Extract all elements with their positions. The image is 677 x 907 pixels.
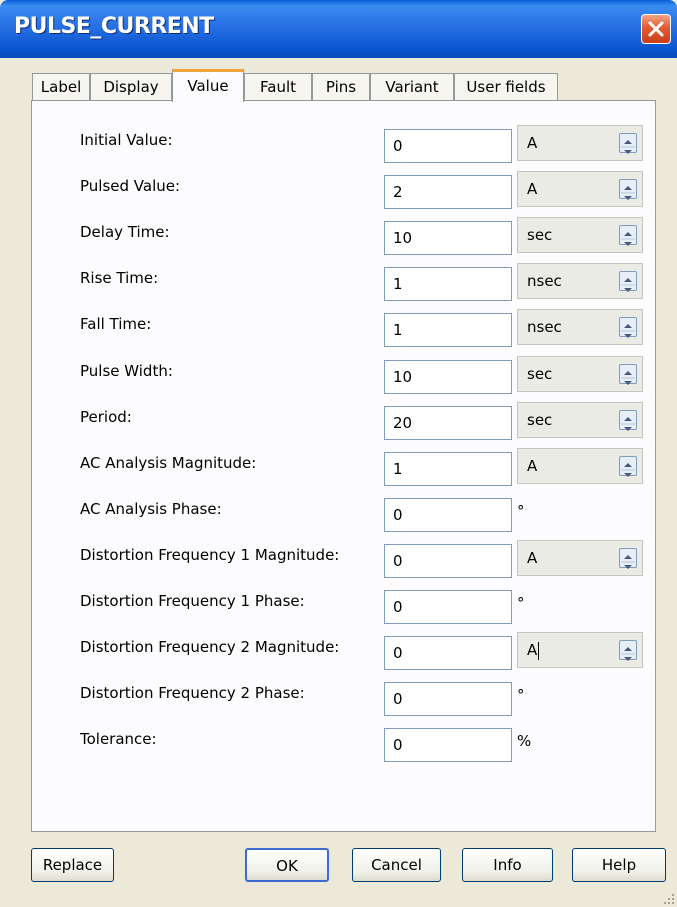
param-label: Distortion Frequency 1 Phase: xyxy=(80,592,305,610)
param-label: AC Analysis Phase: xyxy=(80,500,222,518)
close-button[interactable] xyxy=(641,14,671,44)
param-label: Tolerance: xyxy=(80,730,157,748)
spin-updown-icon[interactable] xyxy=(619,456,637,477)
param-label: Period: xyxy=(80,408,132,426)
param-label: AC Analysis Magnitude: xyxy=(80,454,257,472)
param-value-input[interactable]: 0 xyxy=(384,728,512,762)
param-row: AC Analysis Phase: 0 ° xyxy=(32,488,657,532)
param-value-input[interactable]: 20 xyxy=(384,406,512,440)
spin-updown-icon[interactable] xyxy=(619,317,637,338)
unit-label: A xyxy=(527,180,538,198)
unit-label: ° xyxy=(517,502,525,520)
unit-spinner[interactable]: A xyxy=(517,632,643,668)
spin-updown-icon[interactable] xyxy=(619,225,637,246)
param-label: Rise Time: xyxy=(80,269,159,287)
param-label: Distortion Frequency 1 Magnitude: xyxy=(80,546,340,564)
unit-spinner[interactable]: nsec xyxy=(517,263,643,299)
param-row: Distortion Frequency 1 Phase: 0 ° xyxy=(32,580,657,624)
unit-label: A xyxy=(527,549,538,567)
unit-label: nsec xyxy=(527,272,562,290)
param-row: Delay Time: 10 sec xyxy=(32,211,657,255)
close-icon xyxy=(648,21,664,37)
unit-spinner[interactable]: A xyxy=(517,125,643,161)
param-row: Period: 20 sec xyxy=(32,396,657,440)
unit-spinner[interactable]: nsec xyxy=(517,309,643,345)
param-row: Distortion Frequency 1 Magnitude: 0 A xyxy=(32,534,657,578)
unit-label: A xyxy=(527,457,538,475)
unit-spinner[interactable]: sec xyxy=(517,217,643,253)
help-button[interactable]: Help xyxy=(572,848,666,882)
param-value-input[interactable]: 2 xyxy=(384,175,512,209)
spin-updown-icon[interactable] xyxy=(619,271,637,292)
info-button[interactable]: Info xyxy=(462,848,553,882)
tab-fault[interactable]: Fault xyxy=(244,73,312,101)
tab-variant[interactable]: Variant xyxy=(370,73,454,101)
unit-spinner[interactable]: sec xyxy=(517,402,643,438)
unit-label: nsec xyxy=(527,318,562,336)
unit-spinner[interactable]: A xyxy=(517,171,643,207)
title-bar[interactable]: PULSE_CURRENT xyxy=(0,0,677,58)
param-row: Distortion Frequency 2 Magnitude: 0 A xyxy=(32,626,657,670)
param-label: Pulse Width: xyxy=(80,362,173,380)
spin-updown-icon[interactable] xyxy=(619,364,637,385)
param-label: Pulsed Value: xyxy=(80,177,181,195)
param-row: Distortion Frequency 2 Phase: 0 ° xyxy=(32,672,657,716)
cancel-button[interactable]: Cancel xyxy=(352,848,441,882)
unit-label: sec xyxy=(527,226,553,244)
spin-updown-icon[interactable] xyxy=(619,640,637,661)
unit-label: A xyxy=(527,641,538,659)
unit-spinner[interactable]: A xyxy=(517,448,643,484)
param-row: Pulsed Value: 2 A xyxy=(32,165,657,209)
text-caret xyxy=(538,641,540,660)
unit-label: % xyxy=(517,732,532,750)
resize-grip-icon[interactable] xyxy=(663,893,675,905)
value-tab-panel: Initial Value: 0 A Pulsed Value: 2 A Delay Tim… xyxy=(31,100,656,832)
param-row: Initial Value: 0 A xyxy=(32,119,657,163)
param-value-input[interactable]: 10 xyxy=(384,360,512,394)
param-row: Tolerance: 0% xyxy=(32,718,657,762)
tab-label[interactable]: Label xyxy=(32,73,90,101)
param-label: Fall Time: xyxy=(80,315,152,333)
spin-updown-icon[interactable] xyxy=(619,410,637,431)
unit-label: sec xyxy=(527,365,553,383)
param-row: Rise Time: 1 nsec xyxy=(32,257,657,301)
param-value-input[interactable]: 0 xyxy=(384,682,512,716)
window-title: PULSE_CURRENT xyxy=(14,14,214,39)
unit-spinner[interactable]: sec xyxy=(517,356,643,392)
param-value-input[interactable]: 0 xyxy=(384,129,512,163)
param-row: Pulse Width: 10 sec xyxy=(32,350,657,394)
param-value-input[interactable]: 1 xyxy=(384,267,512,301)
unit-spinner[interactable]: A xyxy=(517,540,643,576)
spin-updown-icon[interactable] xyxy=(619,133,637,154)
param-label: Initial Value: xyxy=(80,131,173,149)
param-value-input[interactable]: 0 xyxy=(384,590,512,624)
param-row: AC Analysis Magnitude: 1 A xyxy=(32,442,657,486)
tab-pins[interactable]: Pins xyxy=(312,73,370,101)
spin-updown-icon[interactable] xyxy=(619,548,637,569)
replace-button[interactable]: Replace xyxy=(31,848,114,882)
param-value-input[interactable]: 10 xyxy=(384,221,512,255)
dialog-window: PULSE_CURRENT Label Display Value Fault … xyxy=(0,0,677,907)
param-row: Fall Time: 1 nsec xyxy=(32,303,657,347)
unit-label: A xyxy=(527,134,538,152)
param-value-input[interactable]: 0 xyxy=(384,544,512,578)
unit-label: ° xyxy=(517,594,525,612)
param-value-input[interactable]: 1 xyxy=(384,452,512,486)
tab-display[interactable]: Display xyxy=(90,73,172,101)
param-label: Delay Time: xyxy=(80,223,170,241)
param-value-input[interactable]: 1 xyxy=(384,313,512,347)
spin-updown-icon[interactable] xyxy=(619,179,637,200)
param-label: Distortion Frequency 2 Magnitude: xyxy=(80,638,340,656)
unit-label: ° xyxy=(517,686,525,704)
unit-label: sec xyxy=(527,411,553,429)
param-label: Distortion Frequency 2 Phase: xyxy=(80,684,305,702)
ok-button[interactable]: OK xyxy=(245,848,329,882)
param-value-input[interactable]: 0 xyxy=(384,636,512,670)
tab-value[interactable]: Value xyxy=(172,69,244,102)
param-value-input[interactable]: 0 xyxy=(384,498,512,532)
tab-user-fields[interactable]: User fields xyxy=(454,73,558,101)
